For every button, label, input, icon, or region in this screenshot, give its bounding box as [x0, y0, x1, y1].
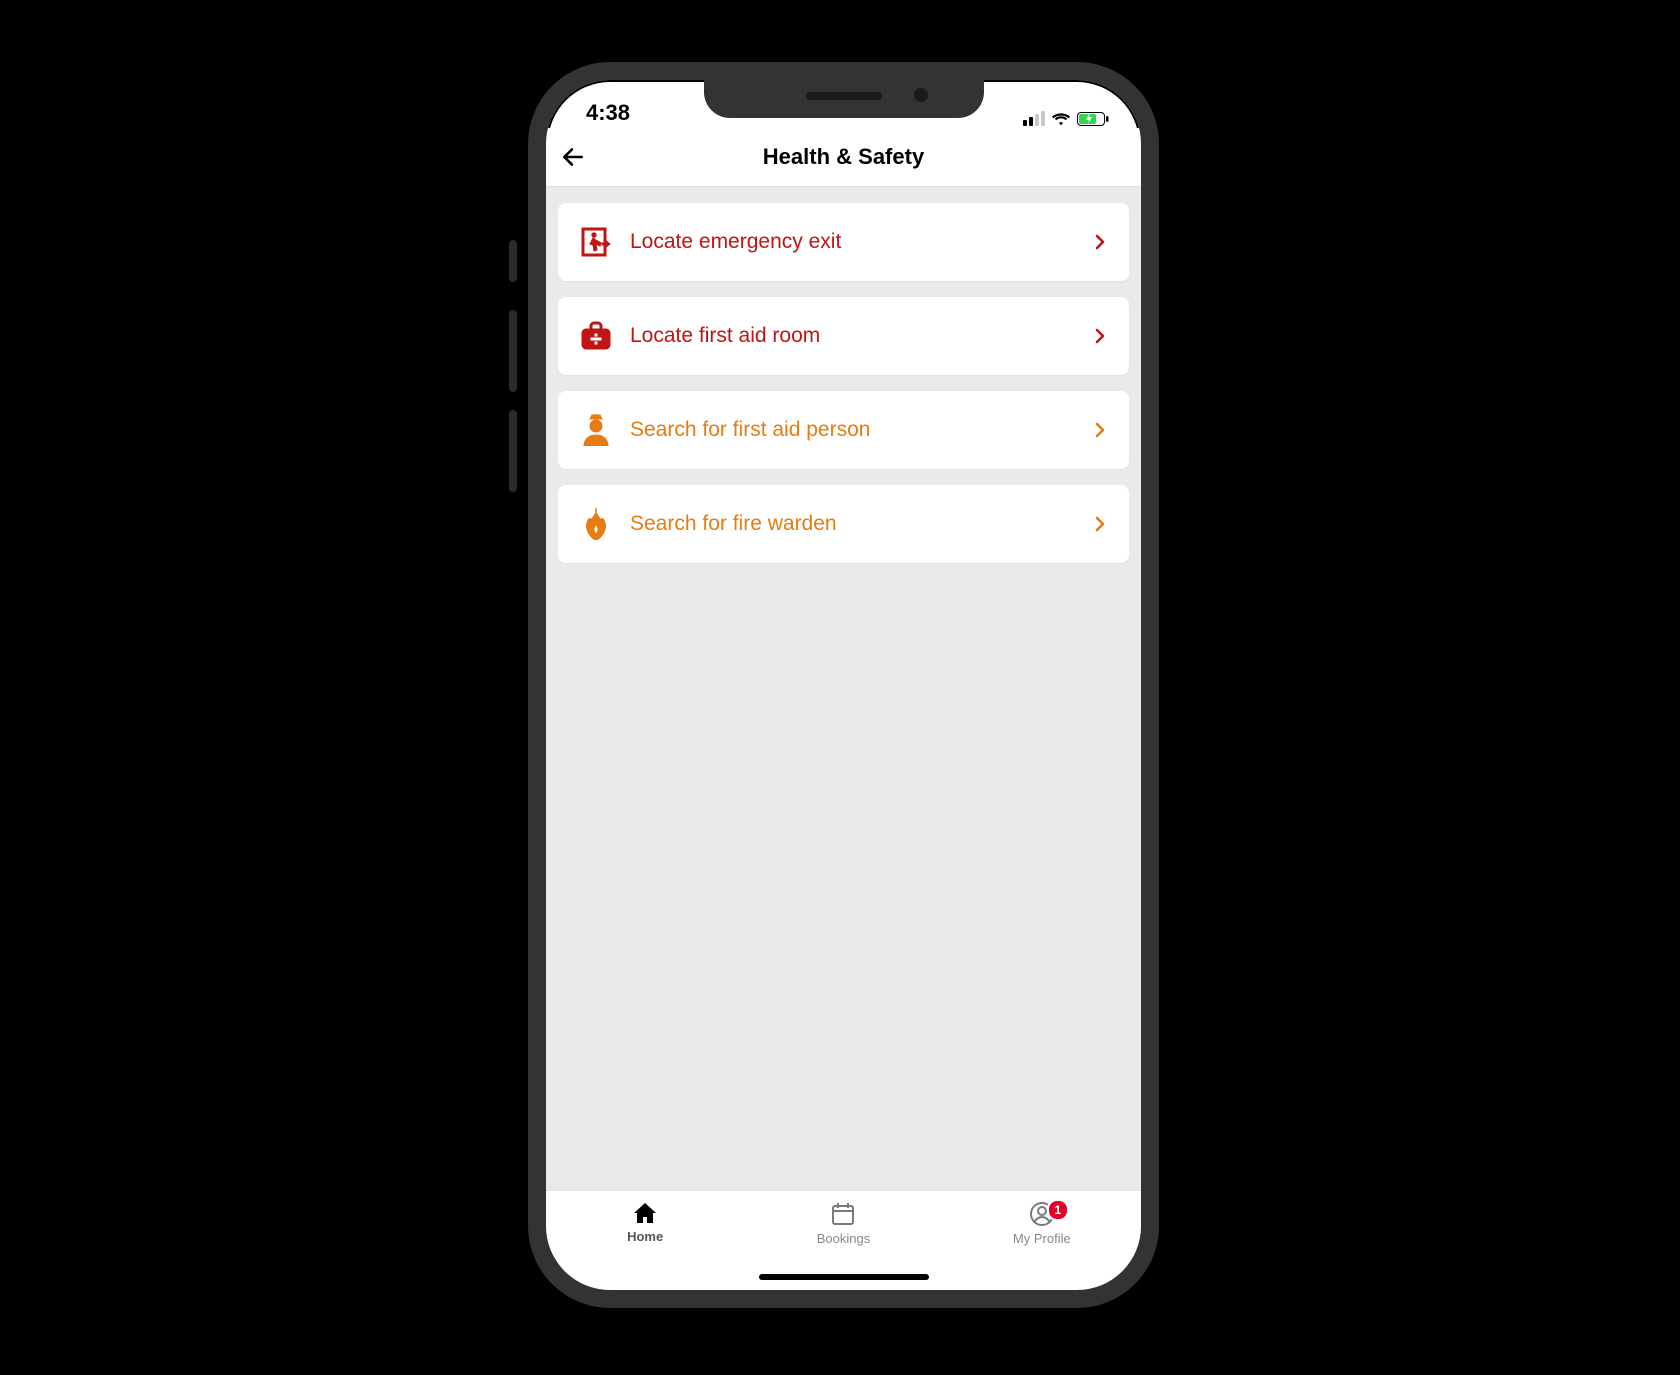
notification-badge: 1	[1047, 1199, 1069, 1221]
page-title: Health & Safety	[546, 144, 1141, 170]
arrow-left-icon	[560, 144, 586, 170]
tab-my-profile[interactable]: 1 My Profile	[977, 1201, 1107, 1290]
row-locate-first-aid-room[interactable]: Locate first aid room	[558, 297, 1129, 375]
tab-home[interactable]: Home	[580, 1201, 710, 1290]
battery-charging-icon	[1077, 112, 1109, 126]
flame-icon	[576, 508, 616, 540]
header-bar: Health & Safety	[546, 128, 1141, 187]
status-icons	[1023, 111, 1109, 126]
row-label: Locate first aid room	[616, 324, 1091, 348]
phone-frame: 4:38 Health & Safety	[528, 62, 1159, 1308]
phone-silence-switch	[509, 240, 517, 282]
wifi-icon	[1051, 112, 1071, 126]
home-indicator[interactable]	[759, 1274, 929, 1280]
status-time: 4:38	[586, 100, 630, 126]
row-label: Search for first aid person	[616, 418, 1091, 442]
chevron-right-icon	[1091, 327, 1109, 345]
row-locate-emergency-exit[interactable]: Locate emergency exit	[558, 203, 1129, 281]
exit-icon	[576, 226, 616, 258]
tab-label: Bookings	[817, 1231, 870, 1246]
chevron-right-icon	[1091, 421, 1109, 439]
phone-volume-up	[509, 310, 517, 392]
chevron-right-icon	[1091, 233, 1109, 251]
phone-volume-down	[509, 410, 517, 492]
medic-person-icon	[576, 414, 616, 446]
chevron-right-icon	[1091, 515, 1109, 533]
tab-label: Home	[627, 1229, 663, 1244]
content-area: Locate emergency exit Locate first aid r…	[546, 187, 1141, 1190]
home-icon	[632, 1201, 658, 1225]
row-search-first-aid-person[interactable]: Search for first aid person	[558, 391, 1129, 469]
back-button[interactable]	[546, 130, 600, 184]
row-label: Search for fire warden	[616, 512, 1091, 536]
calendar-icon	[830, 1201, 856, 1227]
cellular-signal-icon	[1023, 111, 1045, 126]
tab-label: My Profile	[1013, 1231, 1071, 1246]
row-search-fire-warden[interactable]: Search for fire warden	[558, 485, 1129, 563]
first-aid-icon	[576, 321, 616, 351]
row-label: Locate emergency exit	[616, 230, 1091, 254]
phone-notch	[704, 78, 984, 118]
